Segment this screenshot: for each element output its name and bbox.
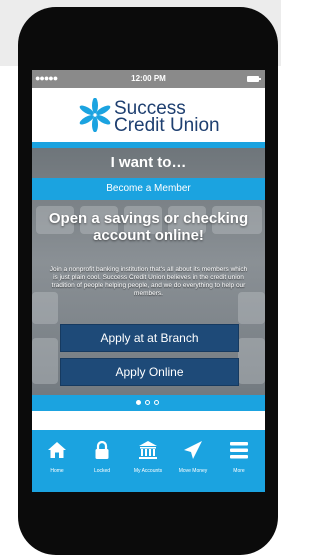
menu-icon [230,442,248,459]
tab-my-accounts[interactable]: My Accounts [125,430,171,492]
apply-at-branch-button[interactable]: Apply at at Branch [60,324,239,352]
apply-online-button[interactable]: Apply Online [60,358,239,386]
carousel-dot[interactable] [145,400,150,405]
header-logo: Success Credit Union [32,88,265,142]
hero-headline: Open a savings or checking account onlin… [48,210,249,244]
battery-icon [247,76,261,82]
tab-label: Home [50,468,64,474]
carousel-dot[interactable] [136,400,141,405]
brand-name-line2: Credit Union [114,115,220,136]
status-bar: ●●●●● 12:00 PM [32,70,265,88]
bank-icon [139,441,157,459]
tab-move-money[interactable]: Move Money [170,430,216,492]
tab-label: My Accounts [133,468,163,474]
carousel-dot[interactable] [154,400,159,405]
home-icon [48,442,66,458]
status-time: 12:00 PM [131,74,166,83]
hero-top-accent [32,142,265,148]
carousel-pager [32,395,265,411]
tab-label: More [233,468,245,474]
tab-more[interactable]: More [216,430,262,492]
become-member-tab[interactable]: Become a Member [32,178,265,200]
app-screen: ●●●●● 12:00 PM Success Credit Union I wa… [32,70,265,492]
lock-icon [95,440,109,459]
starburst-logo-icon [79,98,111,132]
tab-label: Move Money [178,468,208,474]
hero-heading: I want to… [110,154,187,171]
bottom-tab-bar: Home Locked My Accounts Move Money More [32,430,265,492]
hero-description: Join a nonprofit banking institution tha… [49,266,248,297]
tab-home[interactable]: Home [34,430,80,492]
tab-locked[interactable]: Locked [79,430,125,492]
brand-name: Success Credit Union [114,99,220,136]
paper-plane-icon [184,441,202,459]
tab-label: Locked [93,468,111,474]
